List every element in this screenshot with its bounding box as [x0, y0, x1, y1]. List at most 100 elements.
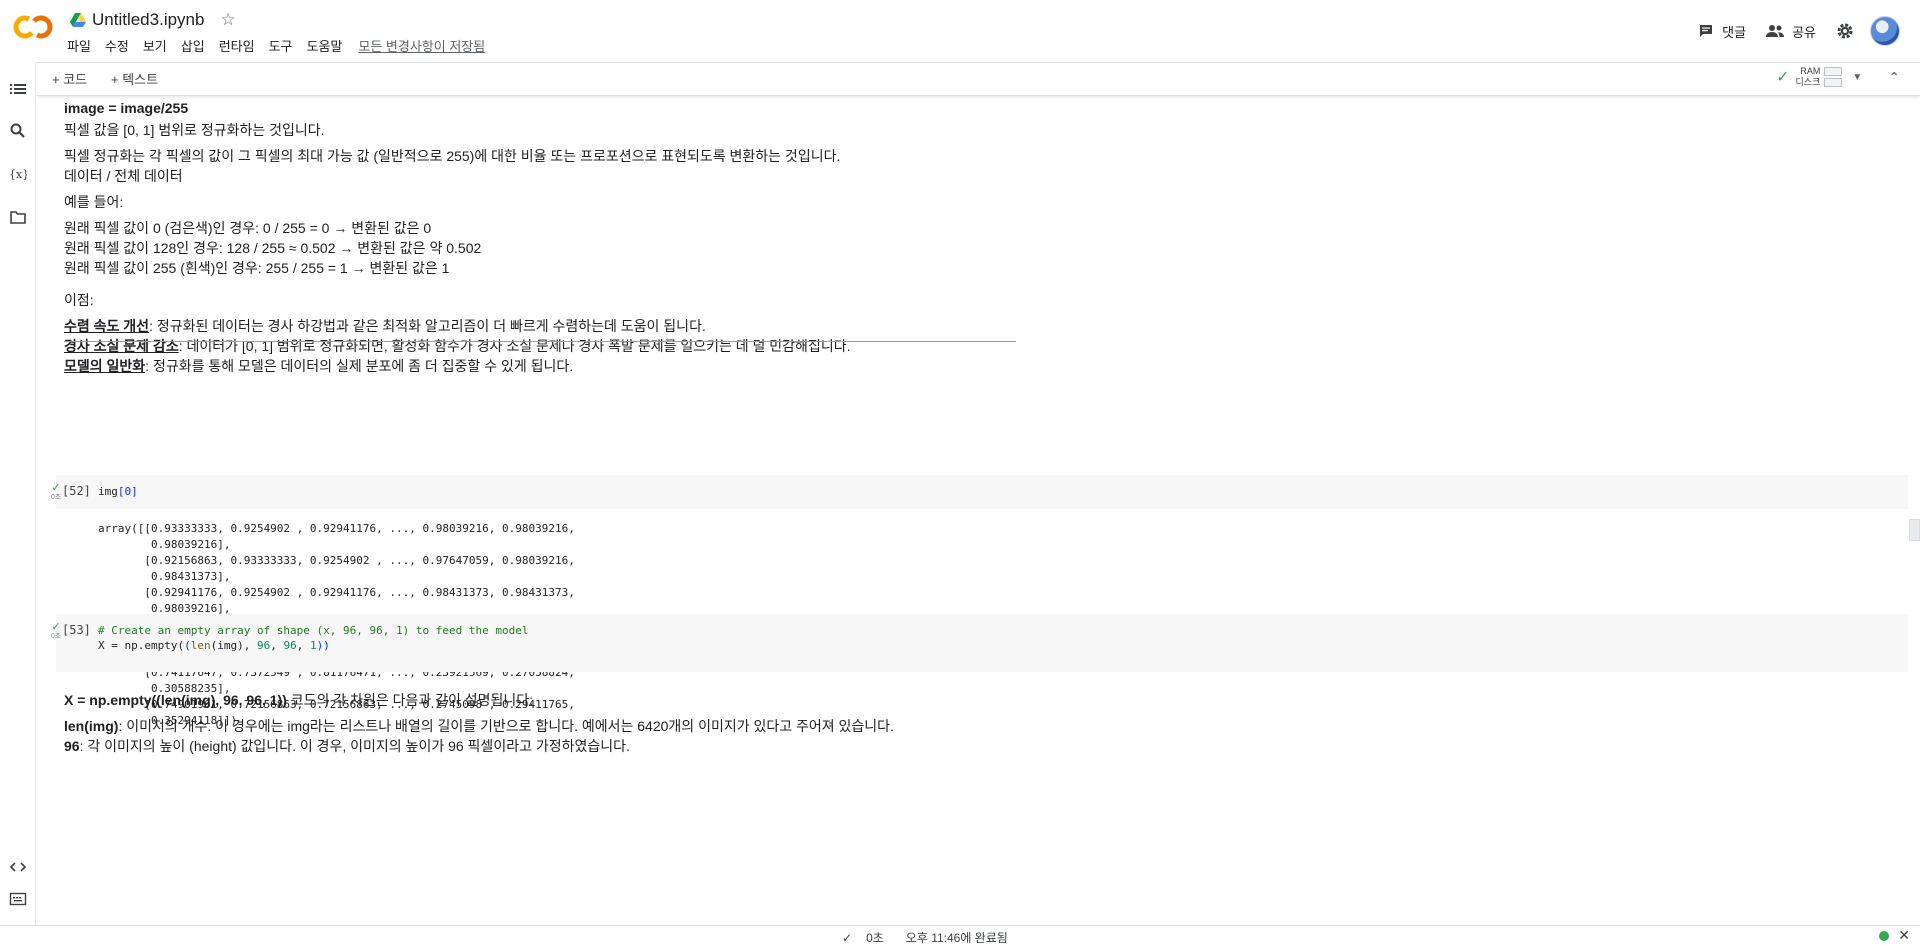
- code-cell[interactable]: ✓ 0초 [52] img[0]: [51, 475, 1908, 509]
- code-token: (img),: [210, 639, 257, 652]
- comment-button[interactable]: 댓글: [1698, 22, 1746, 41]
- output-scrollbar[interactable]: [1909, 519, 1920, 541]
- toc-icon[interactable]: [9, 80, 27, 98]
- notebook-content: image = image/255 픽셀 값을 [0, 1] 범위로 정규화하는…: [36, 97, 1920, 925]
- bullet-text: : 정규화를 통해 모델은 데이터의 실제 분포에 좀 더 집중할 수 있게 됩…: [145, 358, 574, 374]
- text-line: 픽셀 정규화는 각 픽셀의 값이 그 픽셀의 최대 가능 값 (일반적으로 25…: [64, 148, 841, 164]
- ram-bar: [1824, 67, 1843, 76]
- add-code-button[interactable]: + 코드: [52, 69, 87, 88]
- code-line[interactable]: X = np.empty((len(img), 96, 96, 1)): [98, 639, 330, 652]
- output-line: [0.92941176, 0.9254902 , 0.92941176, ...…: [98, 586, 575, 599]
- text-line: 96: 각 이미지의 높이 (height) 값입니다. 이 경우, 이미지의 …: [64, 736, 630, 756]
- connection-status-icon[interactable]: [1879, 931, 1889, 941]
- bold-term: 96: [64, 738, 80, 754]
- bullet-title: 수렴 속도 개선: [64, 318, 150, 334]
- bullet-item: 경사 소실 문제 감소: 데이터가 [0, 1] 범위로 정규화되면, 활성화 …: [64, 336, 850, 356]
- text-line: 예를 들어:: [64, 194, 124, 210]
- text-span: : 각 이미지의 높이 (height) 값입니다. 이 경우, 이미지의 높이…: [79, 738, 630, 754]
- code-token: 96: [283, 639, 297, 652]
- svg-text:{x}: {x}: [9, 168, 27, 181]
- code-token: [0]: [117, 485, 138, 498]
- disk-bar: [1824, 78, 1843, 87]
- chevron-down-icon[interactable]: ▼: [1852, 72, 1862, 83]
- text-line: 픽셀 값을 [0, 1] 범위로 정규화하는 것입니다.: [64, 122, 325, 138]
- bold-term: len(img): [64, 718, 119, 734]
- elapsed-time: 0초: [866, 931, 884, 945]
- text-line: len(img): 이미지의 개수. 이 경우에는 img라는 리스트나 배열의…: [64, 716, 894, 736]
- menu-file[interactable]: 파일: [67, 38, 98, 58]
- output-line: 0.98431373],: [98, 570, 231, 583]
- drive-icon: [70, 13, 86, 27]
- exec-count: [52]: [62, 484, 91, 498]
- text-line: 원래 픽셀 값이 128인 경우: 128 / 255 ≈ 0.502 → 변환…: [64, 240, 482, 256]
- variables-icon[interactable]: {x}: [9, 165, 27, 183]
- code-token: )): [316, 639, 330, 652]
- menu-edit[interactable]: 수정: [98, 38, 136, 58]
- bullet-title: 모델의 일반화: [64, 358, 146, 374]
- status-bar: ✓ 0초 오후 11:46에 완료됨 ✕: [0, 925, 1920, 945]
- comment-label: 댓글: [1722, 24, 1747, 40]
- menu-bar: 파일 수정 보기 삽입 런타임 도구 도움말 모든 변경사항이 저장됨: [67, 38, 492, 58]
- search-icon[interactable]: [9, 122, 27, 140]
- share-button[interactable]: 공유: [1766, 22, 1816, 41]
- menu-help[interactable]: 도움말: [300, 38, 350, 58]
- check-icon: ✓: [842, 930, 853, 945]
- code-token: ,: [296, 639, 310, 652]
- cell-heading: image = image/255: [64, 100, 189, 116]
- disk-label: 디스크: [1795, 77, 1821, 87]
- menu-insert[interactable]: 삽입: [174, 38, 212, 58]
- ram-label: RAM: [1800, 66, 1821, 76]
- code-token: 96: [256, 639, 271, 652]
- left-rail: {x}: [0, 62, 36, 925]
- check-icon: ✓: [1776, 69, 1790, 86]
- text-span: 코드의 각 차원은 다음과 같이 설명됩니다:: [286, 692, 534, 708]
- code-token: X = np.empty(: [98, 639, 185, 652]
- exec-count: [53]: [62, 623, 91, 637]
- text-line: 원래 픽셀 값이 0 (검은색)인 경우: 0 / 255 = 0 → 변환된 …: [64, 220, 432, 236]
- output-line: 0.98039216],: [98, 538, 231, 551]
- code-cell[interactable]: ✓ 0초 [53] # Create an empty array of sha…: [51, 614, 1908, 672]
- avatar[interactable]: [1870, 16, 1900, 46]
- terminal-icon[interactable]: [9, 890, 27, 908]
- completed-time: 오후 11:46에 완료됨: [905, 931, 1008, 945]
- code-token: (: [184, 639, 191, 652]
- bullet-item: 수렴 속도 개선: 정규화된 데이터는 경사 하강법과 같은 최적화 알고리즘이…: [64, 316, 706, 336]
- people-icon: [1766, 25, 1785, 37]
- exec-time: 0초: [50, 494, 62, 501]
- check-icon: ✓: [51, 621, 61, 633]
- menu-view[interactable]: 보기: [136, 38, 174, 58]
- share-label: 공유: [1792, 24, 1816, 40]
- bold-code: X = np.empty((len(img), 96, 96, 1)): [64, 692, 287, 708]
- header: Untitled3.ipynb ☆ 파일 수정 보기 삽입 런타임 도구 도움말…: [0, 0, 1920, 62]
- divider: [64, 341, 1016, 342]
- notebook-toolbar: + 코드 + 텍스트 ✓ RAM 디스크 ▼ ⌃: [36, 62, 1920, 96]
- menu-tools[interactable]: 도구: [262, 38, 300, 58]
- colab-logo[interactable]: [13, 12, 53, 42]
- code-token: 1: [309, 639, 317, 652]
- run-status[interactable]: ✓ 0초: [50, 483, 62, 502]
- output-line: array([[0.93333333, 0.9254902 , 0.929411…: [98, 522, 575, 535]
- text-line: 데이터 / 전체 데이터: [64, 168, 183, 184]
- code-snippets-icon[interactable]: [9, 858, 27, 876]
- code-token: img: [98, 485, 118, 498]
- star-icon[interactable]: ☆: [220, 10, 235, 30]
- bullet-item: 모델의 일반화: 정규화를 통해 모델은 데이터의 실제 분포에 좀 더 집중할…: [64, 356, 573, 376]
- text-line: 원래 픽셀 값이 255 (흰색)인 경우: 255 / 255 = 1 → 변…: [64, 260, 450, 276]
- close-icon[interactable]: ✕: [1898, 927, 1910, 944]
- chevron-up-icon[interactable]: ⌃: [1888, 69, 1900, 86]
- notebook-title[interactable]: Untitled3.ipynb: [92, 10, 204, 30]
- resource-monitor[interactable]: ✓ RAM 디스크 ▼ ⌃: [1776, 66, 1900, 88]
- code-comment: # Create an empty array of shape (x, 96,…: [98, 624, 529, 637]
- text-line: X = np.empty((len(img), 96, 96, 1)) 코드의 …: [64, 690, 533, 710]
- add-text-button[interactable]: + 텍스트: [111, 69, 158, 88]
- text-span: : 이미지의 개수. 이 경우에는 img라는 리스트나 배열의 길이를 기반으…: [118, 718, 894, 734]
- save-status-link[interactable]: 모든 변경사항이 저장됨: [349, 38, 492, 58]
- bullet-text: : 정규화된 데이터는 경사 하강법과 같은 최적화 알고리즘이 더 빠르게 수…: [149, 318, 706, 334]
- menu-runtime[interactable]: 런타임: [212, 38, 262, 58]
- run-status[interactable]: ✓ 0초: [50, 622, 62, 641]
- gear-icon[interactable]: [1836, 22, 1854, 40]
- folder-icon[interactable]: [9, 208, 27, 226]
- code-token: len: [190, 639, 211, 652]
- code-line[interactable]: img[0]: [98, 485, 138, 498]
- check-icon: ✓: [51, 482, 61, 494]
